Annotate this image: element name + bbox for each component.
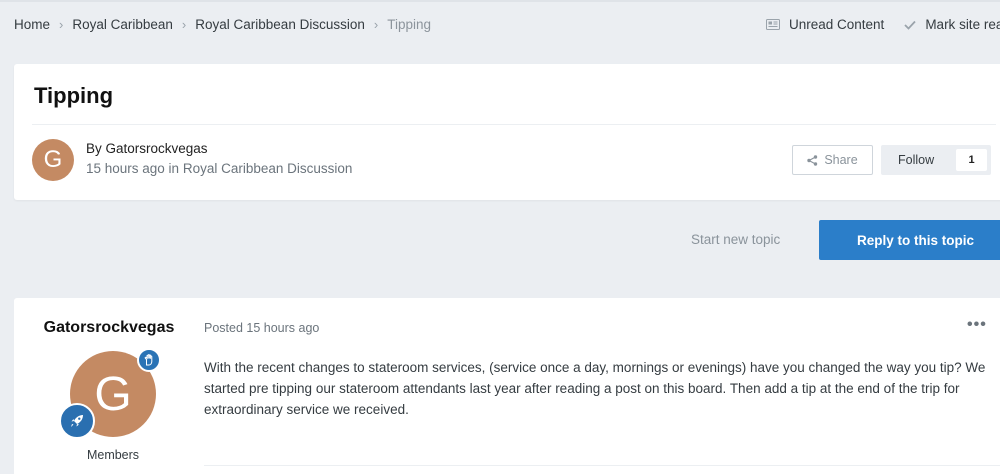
author-avatar-small[interactable]: G	[32, 139, 74, 181]
breadcrumb-separator: ›	[181, 17, 187, 32]
share-icon	[807, 154, 818, 166]
newspaper-icon	[766, 19, 780, 30]
share-label: Share	[824, 153, 858, 167]
follow-label: Follow	[898, 153, 935, 167]
reply-to-topic-button[interactable]: Reply to this topic	[819, 220, 1000, 260]
start-new-topic-link[interactable]: Start new topic	[691, 232, 780, 247]
post-menu-icon[interactable]: •••	[967, 316, 987, 334]
post-divider	[204, 465, 1000, 466]
topic-header-card: Tipping G By Gatorsrockvegas 15 hours ag…	[14, 64, 1000, 200]
mark-site-read-label: Mark site read	[925, 17, 1000, 32]
share-button[interactable]: Share	[792, 145, 873, 175]
page-title: Tipping	[34, 83, 114, 108]
breadcrumb-separator: ›	[59, 17, 64, 32]
post-card: Gatorsrockvegas G Members Posted 15 hour…	[14, 298, 1000, 474]
post-content: With the recent changes to stateroom ser…	[204, 360, 986, 417]
breadcrumb-separator: ›	[373, 17, 379, 32]
post-timestamp[interactable]: Posted 15 hours ago	[204, 321, 319, 335]
check-icon	[904, 20, 916, 30]
breadcrumb-royal-caribbean-discussion[interactable]: Royal Caribbean Discussion	[195, 17, 365, 32]
breadcrumb-royal-caribbean[interactable]: Royal Caribbean	[72, 17, 173, 32]
topic-byline[interactable]: By Gatorsrockvegas	[86, 141, 208, 156]
unread-content-link[interactable]: Unread Content	[766, 17, 884, 32]
topic-meta: 15 hours ago in Royal Caribbean Discussi…	[86, 161, 353, 176]
top-border	[0, 0, 1000, 2]
member-group: Members	[86, 448, 140, 462]
post-author-name[interactable]: Gatorsrockvegas	[14, 319, 204, 337]
breadcrumb-current: Tipping	[387, 17, 431, 32]
unread-content-label: Unread Content	[789, 17, 885, 32]
mark-site-read-link[interactable]: Mark site read	[904, 17, 1000, 32]
hand-icon	[137, 348, 161, 372]
follow-button[interactable]: Follow 1	[881, 145, 991, 175]
rocket-icon	[59, 403, 95, 439]
breadcrumb: Home › Royal Caribbean › Royal Caribbean…	[14, 17, 431, 32]
breadcrumb-home[interactable]: Home	[14, 17, 50, 32]
header-divider	[32, 124, 996, 125]
quick-links: Unread Content Mark site read	[766, 17, 1000, 32]
follow-count: 1	[956, 149, 987, 171]
